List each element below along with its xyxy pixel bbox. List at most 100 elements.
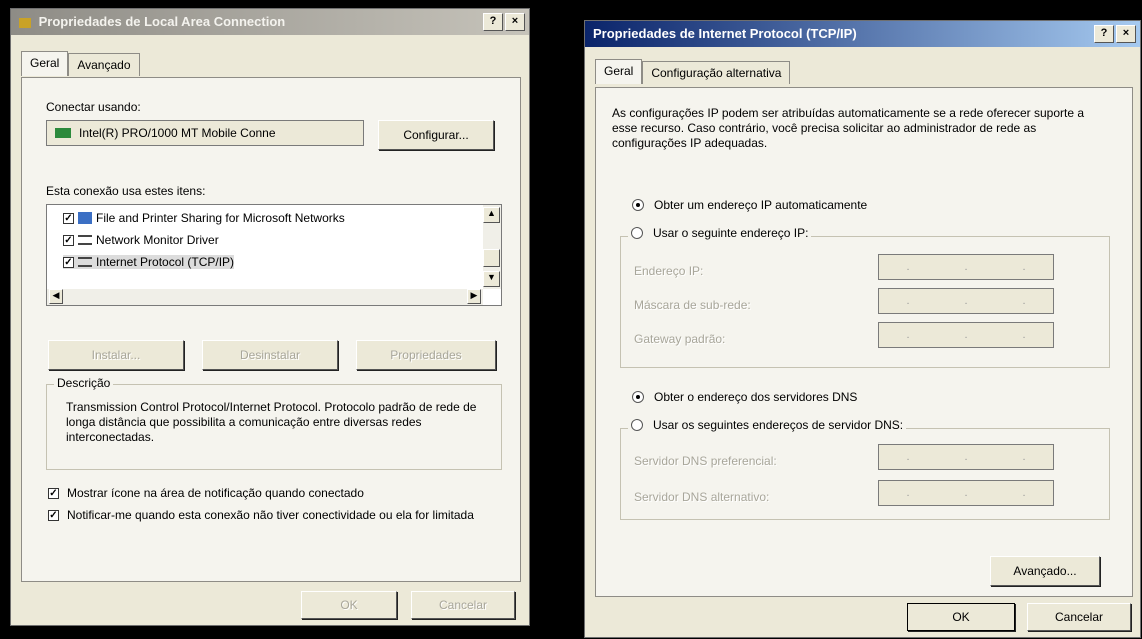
manual-dns-option[interactable]: Usar os seguintes endereços de servidor … — [628, 418, 907, 432]
item-label: File and Printer Sharing for Microsoft N… — [96, 211, 345, 225]
item-checkbox[interactable]: ✓ — [63, 256, 74, 268]
ok-button[interactable]: OK — [301, 591, 397, 619]
network-icon — [19, 17, 31, 28]
ip-dot: . — [906, 261, 910, 273]
item-label: Internet Protocol (TCP/IP) — [96, 255, 235, 269]
manual-dns-radio[interactable] — [631, 419, 643, 431]
item-label: Network Monitor Driver — [96, 233, 219, 247]
scroll-thumb[interactable] — [483, 249, 500, 267]
ip-address-label: Endereço IP: — [634, 264, 704, 278]
gateway-label: Gateway padrão: — [634, 332, 726, 346]
list-item[interactable]: ✓ Network Monitor Driver — [63, 233, 219, 247]
notify-checkbox[interactable]: ✓ — [48, 510, 59, 521]
preferred-dns-field[interactable]: ... — [878, 444, 1054, 470]
uninstall-button[interactable]: Desinstalar — [202, 340, 338, 370]
ip-dot: . — [1022, 487, 1026, 499]
dialog1-title: Propriedades de Local Area Connection — [38, 14, 286, 29]
dialog2-titlebar[interactable]: Propriedades de Internet Protocol (TCP/I… — [585, 21, 1140, 47]
ip-dot: . — [964, 487, 968, 499]
close-button[interactable]: × — [505, 13, 525, 31]
manual-ip-radio[interactable] — [631, 227, 643, 239]
scroll-right-icon[interactable]: ▶ — [467, 289, 481, 304]
subnet-field[interactable]: ... — [878, 288, 1054, 314]
ip-dot: . — [1022, 329, 1026, 341]
adapter-name: Intel(R) PRO/1000 MT Mobile Conne — [79, 126, 276, 140]
manual-ip-label: Usar o seguinte endereço IP: — [653, 226, 809, 240]
intro-text: As configurações IP podem ser atribuídas… — [612, 106, 1085, 150]
dialog2-title: Propriedades de Internet Protocol (TCP/I… — [593, 26, 857, 41]
network-adapter-icon — [55, 128, 71, 138]
help-button[interactable]: ? — [1094, 25, 1114, 43]
scroll-up-icon[interactable]: ▲ — [483, 207, 500, 223]
tab-geral[interactable]: Geral — [595, 59, 643, 84]
horizontal-scrollbar[interactable]: ◀ ▶ — [47, 289, 483, 305]
list-item[interactable]: ✓ Internet Protocol (TCP/IP) — [63, 255, 235, 269]
cancel-button[interactable]: Cancelar — [411, 591, 515, 619]
ip-dot: . — [1022, 295, 1026, 307]
alternate-dns-field[interactable]: ... — [878, 480, 1054, 506]
ip-dot: . — [906, 487, 910, 499]
ip-dot: . — [1022, 261, 1026, 273]
gateway-field[interactable]: ... — [878, 322, 1054, 348]
auto-dns-radio[interactable] — [632, 391, 644, 403]
items-label: Esta conexão usa estes itens: — [46, 184, 206, 198]
ip-dot: . — [1022, 451, 1026, 463]
manual-dns-label: Usar os seguintes endereços de servidor … — [653, 418, 904, 432]
show-icon-option[interactable]: ✓ Mostrar ícone na área de notificação q… — [48, 486, 364, 500]
subnet-label: Máscara de sub-rede: — [634, 298, 751, 312]
dialog1-titlebar[interactable]: Propriedades de Local Area Connection ? … — [11, 9, 529, 35]
tab-geral[interactable]: Geral — [21, 51, 69, 76]
tcpip-properties-dialog: Propriedades de Internet Protocol (TCP/I… — [584, 20, 1141, 638]
auto-dns-option[interactable]: Obter o endereço dos servidores DNS — [632, 390, 857, 404]
dialog1-general-panel: Conectar usando: Intel(R) PRO/1000 MT Mo… — [21, 77, 521, 582]
ip-address-field[interactable]: ... — [878, 254, 1054, 280]
dialog1-tabs: Geral Avançado — [21, 51, 140, 76]
close-button[interactable]: × — [1116, 25, 1136, 43]
sharing-icon — [78, 212, 92, 224]
dns-groupbox — [620, 428, 1110, 520]
ip-dot: . — [964, 329, 968, 341]
ip-dot: . — [964, 451, 968, 463]
item-checkbox[interactable]: ✓ — [63, 212, 74, 224]
show-icon-checkbox[interactable]: ✓ — [48, 487, 59, 499]
ip-dot: . — [906, 329, 910, 341]
list-item[interactable]: ✓ File and Printer Sharing for Microsoft… — [63, 211, 345, 225]
ip-dot: . — [906, 451, 910, 463]
protocol-icon — [78, 235, 92, 245]
auto-dns-label: Obter o endereço dos servidores DNS — [654, 390, 858, 404]
description-text: Transmission Control Protocol/Internet P… — [66, 400, 477, 444]
manual-ip-option[interactable]: Usar o seguinte endereço IP: — [628, 226, 812, 240]
scroll-down-icon[interactable]: ▼ — [483, 271, 500, 287]
dialog2-general-panel: As configurações IP podem ser atribuídas… — [595, 87, 1133, 597]
local-area-connection-dialog: Propriedades de Local Area Connection ? … — [10, 8, 530, 626]
auto-ip-radio[interactable] — [632, 199, 644, 211]
ip-dot: . — [964, 295, 968, 307]
components-list[interactable]: ✓ File and Printer Sharing for Microsoft… — [46, 204, 502, 306]
show-icon-label: Mostrar ícone na área de notificação qua… — [67, 486, 364, 500]
cancel-button[interactable]: Cancelar — [1027, 603, 1131, 631]
scroll-left-icon[interactable]: ◀ — [49, 289, 63, 304]
connect-using-label: Conectar usando: — [46, 100, 141, 114]
vertical-scrollbar[interactable]: ▲ ▼ — [483, 205, 501, 289]
properties-button[interactable]: Propriedades — [356, 340, 496, 370]
item-checkbox[interactable]: ✓ — [63, 234, 74, 246]
tab-configuracao-alternativa[interactable]: Configuração alternativa — [642, 61, 791, 84]
ip-dot: . — [906, 295, 910, 307]
auto-ip-option[interactable]: Obter um endereço IP automaticamente — [632, 198, 867, 212]
install-button[interactable]: Instalar... — [48, 340, 184, 370]
dialog2-tabs: Geral Configuração alternativa — [595, 59, 791, 84]
auto-ip-label: Obter um endereço IP automaticamente — [654, 198, 868, 212]
ip-dot: . — [964, 261, 968, 273]
protocol-icon — [78, 257, 92, 267]
notify-label: Notificar-me quando esta conexão não tiv… — [67, 508, 474, 522]
configure-button[interactable]: Configurar... — [378, 120, 494, 150]
tab-avancado[interactable]: Avançado — [68, 53, 140, 76]
help-button[interactable]: ? — [483, 13, 503, 31]
ok-button[interactable]: OK — [907, 603, 1015, 631]
preferred-dns-label: Servidor DNS preferencial: — [634, 454, 777, 468]
alternate-dns-label: Servidor DNS alternativo: — [634, 490, 770, 504]
adapter-field: Intel(R) PRO/1000 MT Mobile Conne — [46, 120, 364, 146]
description-label: Descrição — [54, 376, 114, 390]
notify-option[interactable]: ✓ Notificar-me quando esta conexão não t… — [48, 508, 488, 523]
advanced-button[interactable]: Avançado... — [990, 556, 1100, 586]
